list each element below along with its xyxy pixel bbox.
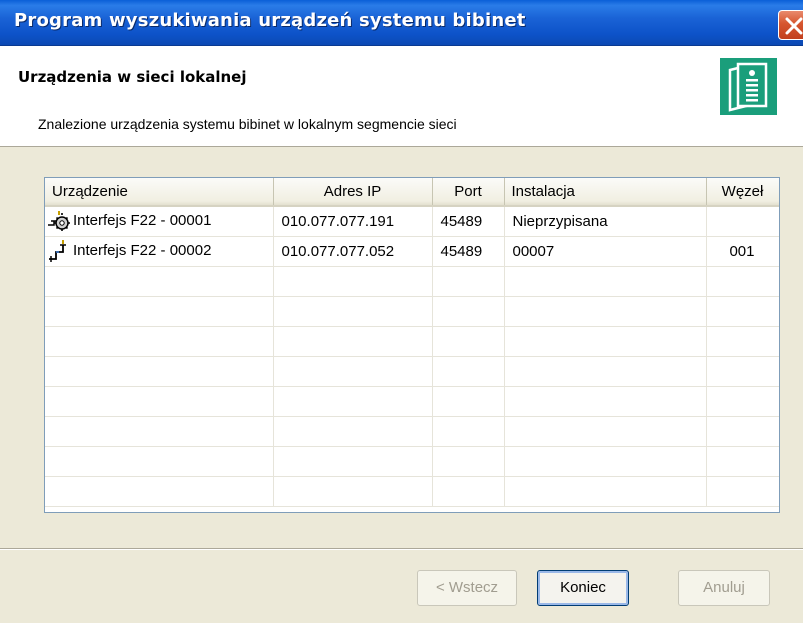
- installation-cell: Nieprzypisana: [504, 206, 707, 237]
- column-header-device[interactable]: Urządzenie: [45, 178, 274, 207]
- table-header-row: Urządzenie Adres IP Port Instalacja Węze…: [45, 178, 779, 207]
- port-cell: 45489: [432, 236, 505, 267]
- page-title: Urządzenia w sieci lokalnej: [18, 68, 247, 86]
- empty-row: [45, 356, 779, 387]
- device-gear-icon: [48, 211, 70, 232]
- button-separator: [0, 548, 803, 550]
- column-header-ip[interactable]: Adres IP: [273, 178, 433, 207]
- node-cell: [706, 206, 779, 237]
- empty-row: [45, 476, 779, 507]
- document-info-icon: [720, 58, 777, 115]
- column-header-node[interactable]: Węzeł: [706, 178, 779, 207]
- device-table: Urządzenie Adres IP Port Instalacja Węze…: [45, 178, 779, 507]
- page-subtitle: Znalezione urządzenia systemu bibinet w …: [38, 116, 457, 132]
- empty-row: [45, 386, 779, 417]
- back-button[interactable]: < Wstecz: [417, 570, 517, 606]
- device-cell: Interfejs F22 - 00001: [45, 206, 274, 237]
- empty-row: [45, 266, 779, 297]
- column-header-installation[interactable]: Instalacja: [504, 178, 707, 207]
- column-header-port[interactable]: Port: [432, 178, 505, 207]
- table-row[interactable]: Interfejs F22 - 00002 010.077.077.052 45…: [45, 236, 779, 267]
- device-plug-icon: [49, 240, 66, 262]
- ip-cell: 010.077.077.052: [273, 236, 433, 267]
- title-bar[interactable]: Program wyszukiwania urządzeń systemu bi…: [0, 0, 803, 46]
- table-row[interactable]: Interfejs F22 - 00001 010.077.077.191 45…: [45, 206, 779, 237]
- empty-row: [45, 446, 779, 477]
- device-name: Interfejs F22 - 00001: [73, 212, 212, 230]
- installation-cell: 00007: [504, 236, 707, 267]
- node-cell: 001: [706, 236, 779, 267]
- empty-row: [45, 326, 779, 357]
- device-cell: Interfejs F22 - 00002: [45, 236, 274, 267]
- empty-row: [45, 416, 779, 447]
- close-button[interactable]: [778, 10, 803, 40]
- wizard-header: Urządzenia w sieci lokalnej Znalezione u…: [0, 46, 803, 147]
- device-name: Interfejs F22 - 00002: [73, 241, 212, 259]
- port-cell: 45489: [432, 206, 505, 237]
- close-icon: [785, 17, 803, 35]
- window-title: Program wyszukiwania urządzeń systemu bi…: [14, 10, 526, 31]
- finish-button[interactable]: Koniec: [537, 570, 629, 606]
- ip-cell: 010.077.077.191: [273, 206, 433, 237]
- device-list[interactable]: Urządzenie Adres IP Port Instalacja Węze…: [44, 177, 780, 513]
- empty-row: [45, 296, 779, 327]
- cancel-button[interactable]: Anuluj: [678, 570, 770, 606]
